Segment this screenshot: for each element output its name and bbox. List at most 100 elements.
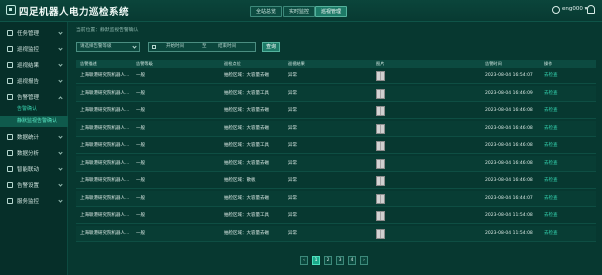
table-cell: 异常 xyxy=(288,230,297,236)
view-link[interactable]: 去检查 xyxy=(544,208,558,224)
table-cell: 2023-08-04 16:46:08 xyxy=(485,160,533,166)
date-range-picker[interactable]: 开始时间 至 结束时间 xyxy=(148,42,256,52)
linkage-icon xyxy=(7,166,13,172)
view-link[interactable]: 去检查 xyxy=(544,68,558,84)
view-link[interactable]: 去检查 xyxy=(544,138,558,154)
alarm-image-thumbnail[interactable] xyxy=(376,193,385,204)
table-row: 上海联港研究院机器人... 一般 抽检区域：大容量工具 异常 2023-08-04 11… xyxy=(76,208,596,224)
search-button[interactable]: 查询 xyxy=(262,42,280,52)
view-link[interactable]: 去检查 xyxy=(544,103,558,119)
alarm-image-thumbnail[interactable] xyxy=(376,141,385,151)
alarm-image-thumbnail[interactable] xyxy=(376,228,385,239)
alarm-icon xyxy=(7,94,13,100)
view-link[interactable]: 去检查 xyxy=(544,121,558,137)
chevron-down-icon xyxy=(58,30,63,35)
task-icon xyxy=(7,30,13,36)
table-cell: 一般 xyxy=(136,90,145,96)
alarm-image-thumbnail[interactable] xyxy=(376,211,385,221)
end-date-input[interactable]: 结束时间 xyxy=(218,43,236,51)
table-cell: 2023-08-04 11:54:08 xyxy=(485,213,533,218)
user-menu[interactable]: eng000 ▾ xyxy=(562,6,587,12)
submenu-silent-alarm-confirm[interactable]: 静默监视告警确认 xyxy=(0,116,68,127)
alarm-level-select[interactable]: 请选择告警等级 xyxy=(76,42,140,52)
bell-icon[interactable] xyxy=(587,5,595,14)
alarm-image-thumbnail[interactable] xyxy=(376,71,385,81)
table-row: 上海联港研究院机器人... 一般 抽检区域：大容量去磁 异常 2023-08-04 16… xyxy=(76,120,596,137)
select-placeholder: 请选择告警等级 xyxy=(80,44,112,49)
table-cell: 2023-08-04 16:44:07 xyxy=(485,195,533,201)
service-icon xyxy=(7,198,13,204)
report-icon xyxy=(7,78,13,84)
top-nav-live-monitor[interactable]: 实时监控 xyxy=(283,6,316,17)
user-icon[interactable] xyxy=(552,6,560,14)
table-cell: 一般 xyxy=(136,160,145,166)
table-cell: 异常 xyxy=(288,90,297,96)
main-content: 当前位置：静默监视告警确认 请选择告警等级 开始时间 至 结束时间 查询 告警描… xyxy=(68,22,602,275)
next-page-button[interactable]: › xyxy=(360,256,368,265)
sidebar-item-smart-linkage[interactable]: 智能联动 xyxy=(0,162,68,178)
sidebar-item-label: 服务监控 xyxy=(17,199,40,205)
table-cell: 上海联港研究院机器人... xyxy=(80,178,130,183)
table-row: 上海联港研究院机器人... 一般 抽检区域：大容量去磁 异常 2023-08-04 11… xyxy=(76,225,596,242)
submenu-alarm-confirm[interactable]: 告警确认 xyxy=(0,104,68,115)
table-row: 上海联港研究院机器人... 一般 抽检区域：大容量工具 异常 2023-08-04 16… xyxy=(76,138,596,154)
start-date-input[interactable]: 开始时间 xyxy=(166,43,184,51)
table-cell: 一般 xyxy=(136,195,145,201)
table-cell: 上海联港研究院机器人... xyxy=(80,213,130,218)
sidebar-item-label: 数据分析 xyxy=(17,151,40,157)
date-separator: 至 xyxy=(202,44,207,49)
page-1-button[interactable]: 1 xyxy=(312,256,320,265)
sidebar-item-inspection-results[interactable]: 巡视结果 xyxy=(0,58,68,74)
alarm-image-thumbnail[interactable] xyxy=(376,123,385,134)
top-nav-inspection-management[interactable]: 巡视管理 xyxy=(315,6,348,17)
view-link[interactable]: 去检查 xyxy=(544,191,558,207)
table-cell: 2023-08-04 16:54:07 xyxy=(485,73,533,78)
table-cell: 一般 xyxy=(136,213,145,218)
header-level: 告警等级 xyxy=(136,61,153,66)
table-cell: 一般 xyxy=(136,73,145,78)
sidebar-item-inspection-report[interactable]: 巡视报告 xyxy=(0,74,68,90)
sidebar-item-label: 告警管理 xyxy=(17,95,40,101)
alarm-image-thumbnail[interactable] xyxy=(376,158,385,169)
prev-page-button[interactable]: ‹ xyxy=(300,256,308,265)
header: 四足机器人电力巡检系统 全站总览 实时监控 巡视管理 eng000 ▾ xyxy=(0,0,602,22)
sidebar-item-task-management[interactable]: 任务管理 xyxy=(0,26,68,42)
table-cell: 异常 xyxy=(288,108,297,113)
sidebar-item-alarm-settings[interactable]: 告警设置 xyxy=(0,178,68,194)
top-nav-overview[interactable]: 全站总览 xyxy=(250,6,283,17)
sidebar-item-data-analysis[interactable]: 数据分析 xyxy=(0,146,68,162)
app: 四足机器人电力巡检系统 全站总览 实时监控 巡视管理 eng000 ▾ 任务管理… xyxy=(0,0,602,275)
view-link[interactable]: 去检查 xyxy=(544,173,558,189)
analysis-icon xyxy=(7,150,13,156)
chevron-down-icon xyxy=(58,150,63,155)
breadcrumb: 当前位置：静默监视告警确认 xyxy=(76,28,139,33)
alarm-image-thumbnail[interactable] xyxy=(376,176,385,186)
view-link[interactable]: 去检查 xyxy=(544,156,558,172)
sidebar-item-data-statistics[interactable]: 数据统计 xyxy=(0,130,68,146)
alarm-image-thumbnail[interactable] xyxy=(376,88,385,99)
table-cell: 异常 xyxy=(288,73,297,78)
sidebar-item-inspection-monitor[interactable]: 巡视监控 xyxy=(0,42,68,58)
sidebar-item-label: 智能联动 xyxy=(17,167,40,173)
page-4-button[interactable]: 4 xyxy=(348,256,356,265)
table-cell: 抽检区域：大容量工具 xyxy=(224,143,269,148)
statistics-icon xyxy=(7,134,13,140)
page-2-button[interactable]: 2 xyxy=(324,256,332,265)
table-cell: 上海联港研究院机器人... xyxy=(80,73,130,78)
view-link[interactable]: 去检查 xyxy=(544,226,558,242)
chevron-down-icon xyxy=(58,182,63,187)
table-header: 告警描述 告警等级 巡检点位 巡视结果 图片 告警时间 操作 xyxy=(76,60,596,68)
table-cell: 异常 xyxy=(288,213,297,218)
chevron-down-icon xyxy=(58,198,63,203)
table-cell: 异常 xyxy=(288,195,297,201)
alarm-image-thumbnail[interactable] xyxy=(376,106,385,116)
sidebar-item-service-monitor[interactable]: 服务监控 xyxy=(0,194,68,210)
view-link[interactable]: 去检查 xyxy=(544,86,558,102)
table-cell: 抽检区域：大容量去磁 xyxy=(224,73,269,78)
table-row: 上海联港研究院机器人... 一般 抽检区域：大容量去磁 异常 2023-08-04 16… xyxy=(76,68,596,84)
sidebar-item-label: 告警设置 xyxy=(17,183,40,189)
monitor-icon xyxy=(7,46,13,52)
table-cell: 抽检区域：大容量工具 xyxy=(224,90,269,96)
page-3-button[interactable]: 3 xyxy=(336,256,344,265)
table-cell: 上海联港研究院机器人... xyxy=(80,195,130,201)
